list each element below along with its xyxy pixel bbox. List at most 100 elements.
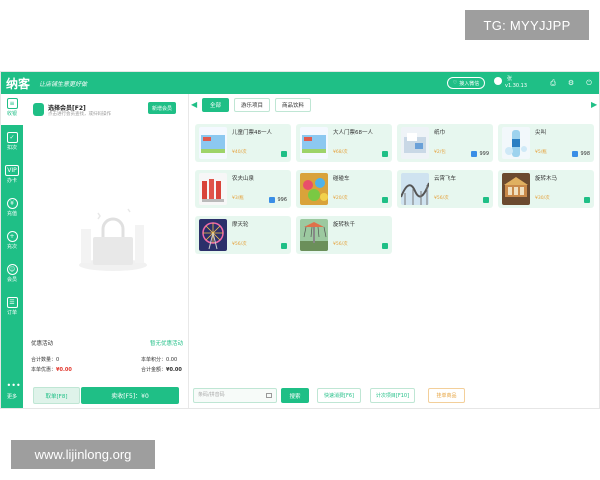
sidebar-item-more[interactable]: ••• 更多 <box>1 377 23 408</box>
app-logo: 纳客 <box>6 77 31 91</box>
stock-icon <box>483 197 489 203</box>
product-name: 云霄飞车 <box>434 176 457 182</box>
tissue-thumbnail <box>401 127 429 159</box>
stock-indicator <box>281 151 287 157</box>
product-area: ◀ ▶ 全部 游乐项目 商品饮料 儿童门票48一人 ¥40/次 大人门票68一人… <box>189 94 599 408</box>
stock-count: 998 <box>580 151 590 157</box>
stock-count: 999 <box>479 151 489 157</box>
stock-icon <box>382 243 388 249</box>
swing-ride-thumbnail <box>300 219 328 251</box>
product-card[interactable]: 碰碰车 ¥20/次 <box>296 170 392 208</box>
checkout-button[interactable]: 卖收[F5]：¥0 <box>81 387 179 404</box>
pos-app-window: 纳客 让店铺生意更好做 ♡ 接入微信 张 v1.30.13 ⎙ ⚙ ⏻ ≡ 收银… <box>0 71 600 409</box>
stock-indicator: 999 <box>471 151 489 157</box>
product-card[interactable]: 云霄飞车 ¥56/次 <box>397 170 493 208</box>
gear-icon[interactable]: ⚙ <box>567 79 575 87</box>
carousel-thumbnail <box>502 173 530 205</box>
search-button[interactable]: 搜索 <box>281 388 309 403</box>
bumper-car-thumbnail <box>300 173 328 205</box>
hang-items-button[interactable]: 挂单商品 <box>428 388 465 403</box>
app-slogan: 让店铺生意更好做 <box>39 81 88 88</box>
roller-coaster-thumbnail <box>401 173 429 205</box>
user-info[interactable]: 张 v1.30.13 <box>494 75 534 91</box>
product-name: 尖叫 <box>535 130 547 136</box>
product-price: ¥2/包 <box>434 150 446 155</box>
tab-all[interactable]: 全部 <box>202 98 229 112</box>
product-price: ¥68/次 <box>333 150 348 155</box>
user-name: 张 <box>507 76 513 82</box>
sidebar-item-label: 会员 <box>6 277 17 283</box>
sidebar-item-order[interactable]: ☰ 订单 <box>1 293 23 324</box>
product-price: ¥56/次 <box>434 196 449 201</box>
screenshot-stage: TG: MYYJJPP 纳客 让店铺生意更好做 ♡ 接入微信 张 v1.30.1… <box>0 0 600 480</box>
new-member-button[interactable]: 新增会员 <box>148 102 176 114</box>
sidebar: ≡ 收银 ✓ 扣次 VIP 办卡 ¥ 充值 + 充次 ☺ 会员 ☰ 订单 •••… <box>1 94 23 408</box>
search-placeholder: 条码/拼音码 <box>198 392 225 398</box>
select-member-hint: 点击进行会员查找，或扫码操作 <box>48 112 111 117</box>
sidebar-item-charge-times[interactable]: + 充次 <box>1 227 23 258</box>
printer-icon[interactable]: ⎙ <box>549 79 557 87</box>
sidebar-item-vip-card[interactable]: VIP 办卡 <box>1 161 23 192</box>
app-version: v1.30.13 <box>505 83 528 89</box>
product-price: ¥40/次 <box>232 150 247 155</box>
stock-count: 996 <box>277 197 287 203</box>
promotion-row: 优惠活动 暂无优惠活动 <box>31 339 183 347</box>
product-price: ¥5/瓶 <box>535 150 547 155</box>
take-order-button[interactable]: 取单[F8] <box>33 387 80 404</box>
stock-icon <box>382 151 388 157</box>
avatar <box>494 77 502 85</box>
timed-items-button[interactable]: 计次项目[F10] <box>370 388 415 403</box>
sidebar-item-label: 办卡 <box>6 178 17 184</box>
connect-wechat-button[interactable]: ♡ 接入微信 <box>447 77 485 89</box>
product-name: 碰碰车 <box>333 176 350 182</box>
sidebar-item-cashier[interactable]: ≡ 收银 <box>1 94 23 125</box>
power-icon[interactable]: ⏻ <box>585 79 593 87</box>
sidebar-item-label: 订单 <box>6 310 17 316</box>
watermark-top: TG: MYYJJPP <box>465 10 589 40</box>
product-card[interactable]: 旋转秋千 ¥56/次 <box>296 216 392 254</box>
discount-label: 本单优惠： <box>31 367 57 373</box>
product-card[interactable]: 摩天轮 ¥56/次 <box>195 216 291 254</box>
member-card-icon <box>33 103 44 116</box>
tab-next-arrow-icon[interactable]: ▶ <box>591 101 597 109</box>
tab-prev-arrow-icon[interactable]: ◀ <box>191 101 197 109</box>
stock-indicator <box>281 243 287 249</box>
product-card[interactable]: 纸巾 ¥2/包 999 <box>397 124 493 162</box>
sidebar-item-member[interactable]: ☺ 会员 <box>1 260 23 291</box>
drink-thumbnail <box>502 127 530 159</box>
product-card[interactable]: 儿童门票48一人 ¥40/次 <box>195 124 291 162</box>
product-card[interactable]: 尖叫 ¥5/瓶 998 <box>498 124 594 162</box>
order-summary: 合计数量：0 本单积分：0.00 本单优惠：¥0.00 合计金额：¥0.00 <box>31 356 183 376</box>
ticket-thumbnail <box>199 127 227 159</box>
keyboard-icon[interactable] <box>266 393 272 398</box>
sidebar-item-deduct[interactable]: ✓ 扣次 <box>1 128 23 159</box>
charge-times-icon: + <box>6 231 18 242</box>
product-card[interactable]: 旋转木马 ¥30/次 <box>498 170 594 208</box>
total-qty-label: 合计数量： <box>31 357 57 363</box>
amount-label: 合计金额： <box>141 367 167 373</box>
quick-consume-button[interactable]: 快速消费[F6] <box>317 388 361 403</box>
promotion-link[interactable]: 暂无优惠活动 <box>150 339 183 347</box>
sidebar-item-label: 扣次 <box>6 145 17 151</box>
sidebar-item-label: 收银 <box>6 111 17 117</box>
product-name: 摩天轮 <box>232 222 249 228</box>
total-qty-value: 0 <box>56 357 60 363</box>
product-price: ¥30/次 <box>535 196 550 201</box>
tab-rides[interactable]: 游乐项目 <box>234 98 270 112</box>
tab-drinks[interactable]: 商品饮料 <box>275 98 311 112</box>
product-price: ¥56/次 <box>333 242 348 247</box>
barcode-search-input[interactable]: 条码/拼音码 <box>193 388 277 403</box>
empty-cart-illustration <box>79 208 147 271</box>
product-price: ¥56/次 <box>232 242 247 247</box>
product-price: ¥20/次 <box>333 196 348 201</box>
stock-indicator <box>382 151 388 157</box>
sidebar-item-recharge[interactable]: ¥ 充值 <box>1 194 23 225</box>
top-bar: 纳客 让店铺生意更好做 ♡ 接入微信 张 v1.30.13 ⎙ ⚙ ⏻ <box>1 72 599 94</box>
points-label: 本单积分： <box>141 357 167 363</box>
product-card[interactable]: 农夫山泉 ¥3/瓶 996 <box>195 170 291 208</box>
product-name: 纸巾 <box>434 130 446 136</box>
product-card[interactable]: 大人门票68一人 ¥68/次 <box>296 124 392 162</box>
product-price: ¥3/瓶 <box>232 196 244 201</box>
sidebar-item-label: 更多 <box>6 394 17 400</box>
deduct-icon: ✓ <box>6 132 18 143</box>
